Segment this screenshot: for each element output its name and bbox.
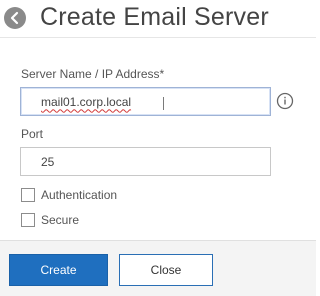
server-name-input[interactable]: mail01.corp.local xyxy=(20,87,271,116)
close-button[interactable]: Close xyxy=(119,254,213,286)
server-name-value: mail01.corp.local xyxy=(41,94,132,109)
authentication-checkbox[interactable] xyxy=(21,188,35,202)
dialog-header: Create Email Server xyxy=(0,0,316,38)
back-arrow-icon xyxy=(10,11,19,25)
port-label: Port xyxy=(21,127,44,141)
page-title: Create Email Server xyxy=(40,3,269,31)
back-button[interactable] xyxy=(4,7,26,29)
authentication-label: Authentication xyxy=(41,188,118,202)
server-name-label: Server Name / IP Address* xyxy=(21,67,165,81)
dialog-footer: Create Close xyxy=(0,240,316,296)
info-icon[interactable] xyxy=(276,92,294,110)
port-value: 25 xyxy=(41,154,55,169)
text-cursor xyxy=(163,97,164,110)
port-input[interactable]: 25 xyxy=(20,147,271,176)
create-button[interactable]: Create xyxy=(9,254,108,286)
secure-label: Secure xyxy=(41,213,80,227)
secure-checkbox[interactable] xyxy=(21,213,35,227)
header-divider xyxy=(0,37,316,38)
